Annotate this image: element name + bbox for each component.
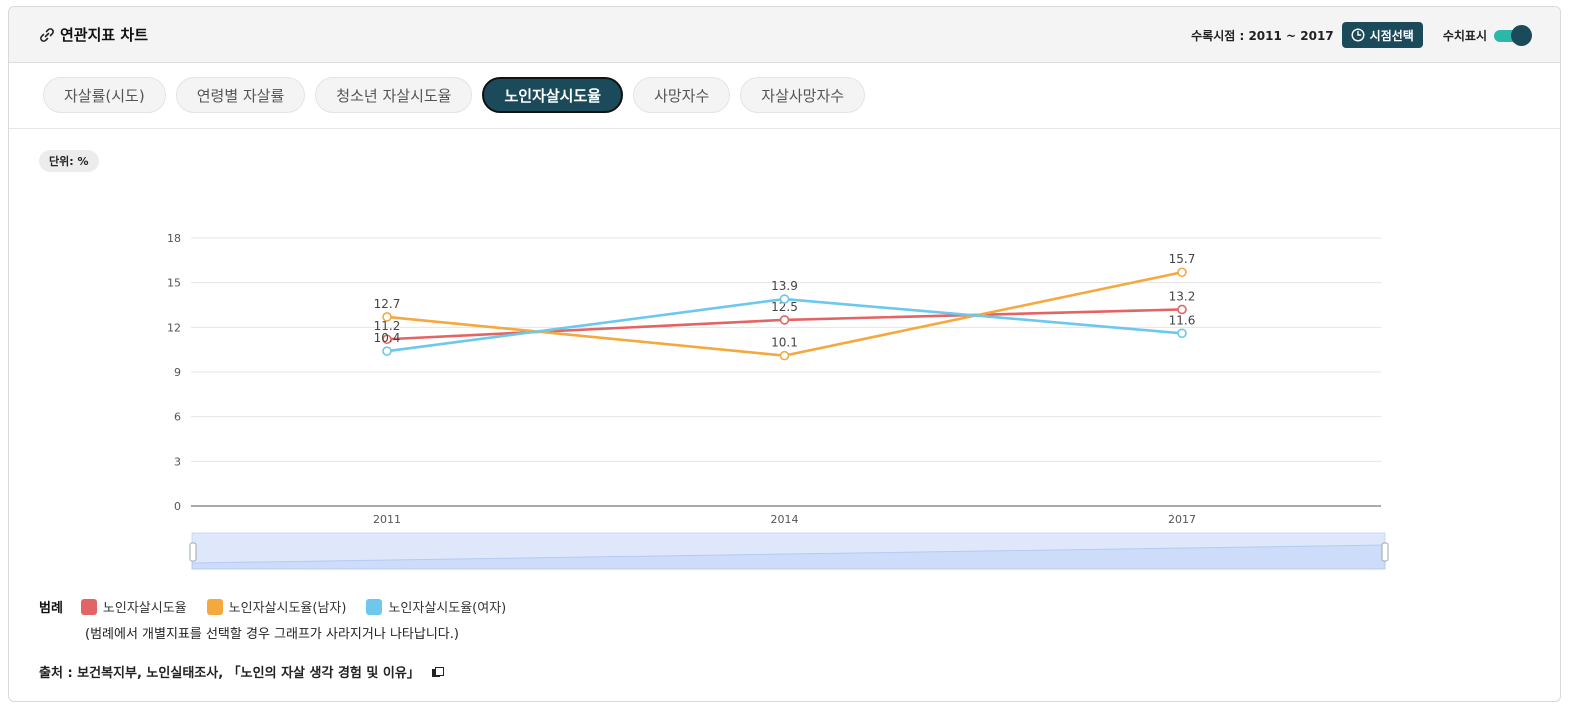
data-label: 13.9: [771, 279, 798, 293]
y-tick-label: 3: [174, 455, 181, 468]
data-label: 10.1: [771, 336, 798, 350]
x-tick-label: 2011: [373, 513, 401, 526]
y-tick-label: 0: [174, 500, 181, 513]
legend-label-total: 노인자살시도율: [102, 601, 187, 616]
x-tick-label: 2014: [771, 513, 799, 526]
source-text: 출처 : 보건복지부, 노인실태조사, 「노인의 자살 생각 경험 및 이유」: [39, 666, 420, 681]
source-line: 출처 : 보건복지부, 노인실태조사, 「노인의 자살 생각 경험 및 이유」: [39, 662, 444, 681]
data-label: 10.4: [374, 331, 401, 345]
y-tick-label: 15: [167, 277, 181, 290]
data-point: [1177, 328, 1187, 339]
y-tick-label: 12: [167, 321, 181, 334]
data-point: [382, 346, 392, 356]
legend: 범례 노인자살시도율 노인자살시도율(남자) 노인자살시도율(여자): [39, 597, 526, 616]
external-link-icon[interactable]: [431, 666, 444, 677]
legend-label-male: 노인자살시도율(남자): [228, 601, 347, 616]
legend-note: (범례에서 개별지표를 선택할 경우 그래프가 사라지거나 나타납니다.): [85, 627, 459, 642]
x-tick-label: 2017: [1168, 513, 1196, 526]
legend-swatch-total: [80, 598, 97, 615]
legend-title: 범례: [39, 601, 63, 616]
chart-panel: 연관지표 차트 수록시점 : 2011 ~ 2017 시점선택 수치표시 자살률…: [8, 6, 1561, 702]
data-point: [779, 315, 790, 325]
range-handle-right: [1381, 542, 1389, 562]
legend-swatch-male: [206, 598, 223, 615]
data-label: 15.7: [1169, 252, 1196, 266]
data-point: [779, 350, 790, 361]
data-point: [1177, 267, 1187, 278]
data-label: 12.7: [374, 297, 401, 311]
y-tick-label: 18: [167, 232, 181, 245]
data-label: 13.2: [1169, 289, 1196, 303]
range-handle-left: [189, 542, 197, 562]
data-point: [779, 294, 790, 304]
y-tick-label: 6: [174, 411, 181, 424]
legend-swatch-female: [366, 598, 383, 615]
legend-label-female: 노인자살시도율(여자): [388, 601, 507, 616]
data-point: [1177, 304, 1187, 315]
legend-item-female[interactable]: 노인자살시도율(여자): [366, 597, 506, 616]
data-point: [382, 312, 392, 322]
legend-item-total[interactable]: 노인자살시도율: [80, 597, 187, 616]
legend-item-male[interactable]: 노인자살시도율(남자): [206, 597, 347, 616]
line-chart: 03691215182011 2014 201711.212.513.212.710…: [167, 232, 1389, 570]
y-tick-label: 9: [174, 366, 181, 379]
data-label: 11.6: [1169, 313, 1196, 327]
